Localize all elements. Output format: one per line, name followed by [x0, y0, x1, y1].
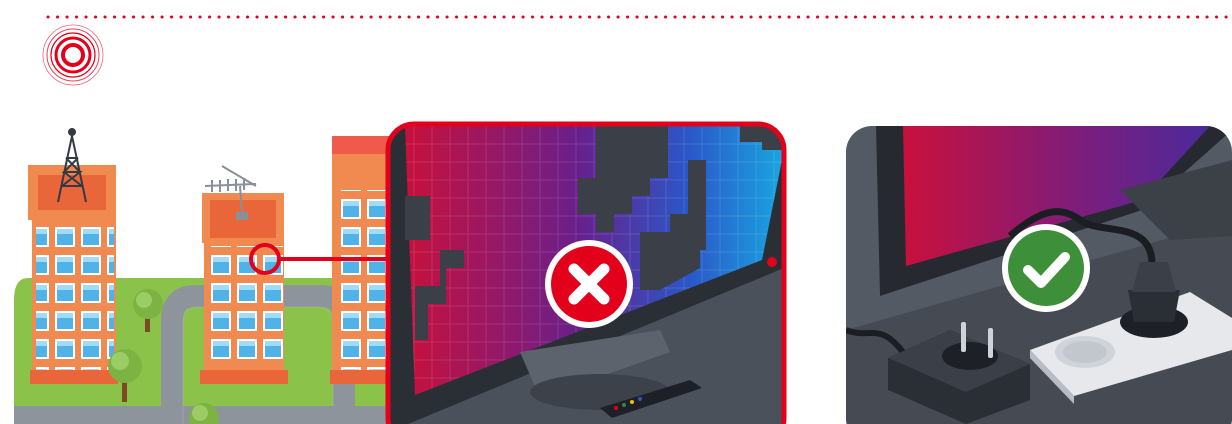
signal-icon: [42, 24, 104, 86]
tv-signal-illustration: [14, 15, 1232, 424]
tv-bad-signal-panel: [385, 121, 787, 424]
building-with-tower: [28, 128, 118, 384]
building-with-antenna: [200, 165, 288, 384]
checkmark-icon: [1002, 224, 1090, 312]
tv-good-signal-panel: [846, 126, 1232, 424]
x-mark-icon: [545, 240, 633, 328]
